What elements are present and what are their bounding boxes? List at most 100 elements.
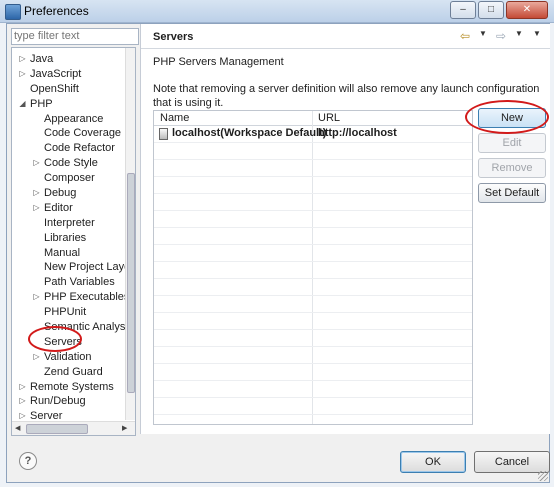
tree-item-label: PHP (30, 97, 53, 110)
tree-item[interactable]: Code Refactor (12, 141, 126, 156)
expand-arrow-icon[interactable]: ▷ (32, 290, 41, 305)
help-icon[interactable]: ? (19, 452, 37, 470)
tree-item-label: Manual (44, 246, 81, 259)
tree-item-label: Appearance (44, 112, 104, 125)
minimize-icon[interactable]: – (450, 1, 476, 19)
back-icon[interactable]: ⇦ (458, 29, 472, 43)
tree-item[interactable]: OpenShift (12, 82, 126, 97)
tree-item-label: Code Refactor (44, 142, 115, 155)
tree-item[interactable]: ▷ Run/Debug (12, 394, 126, 409)
remove-button[interactable]: Remove (478, 158, 546, 178)
tree-item-label: Java (30, 53, 54, 65)
tree-vertical-scrollbar[interactable] (125, 48, 135, 420)
tree-item[interactable]: Code Coverage (12, 126, 126, 141)
expand-arrow-icon[interactable]: ▷ (18, 67, 27, 82)
highlight-servers-annotation (28, 326, 82, 352)
tree-item[interactable]: Libraries (12, 231, 126, 246)
tree-item[interactable]: Path Variables (12, 275, 126, 290)
tree-item[interactable]: ▷ PHP Executables (12, 290, 130, 305)
close-icon[interactable]: ✕ (506, 1, 548, 19)
tree-vertical-scroll-thumb[interactable] (127, 173, 135, 393)
scroll-left-icon[interactable]: ◀ (15, 424, 20, 432)
tree-item[interactable]: ◢ PHP (12, 97, 126, 112)
empty-table-row (154, 177, 472, 194)
ok-button[interactable]: OK (400, 451, 466, 473)
view-menu-icon[interactable]: ▼ (530, 29, 544, 43)
tree-item[interactable]: New Project Layout (12, 260, 135, 275)
tree-item[interactable]: ▷ JavaScript (12, 67, 126, 82)
expand-arrow-icon[interactable]: ◢ (18, 97, 27, 112)
highlight-new-annotation (465, 100, 549, 134)
tree-item-label: Composer (44, 172, 95, 185)
maximize-icon[interactable]: □ (478, 1, 504, 19)
column-header-url[interactable]: URL (318, 112, 340, 124)
tree-item-label: Code Style (44, 157, 98, 170)
empty-table-row (154, 415, 472, 424)
empty-table-row (154, 330, 472, 347)
tree-horizontal-scrollbar[interactable]: ◀ ▶ (12, 421, 135, 435)
tree-item[interactable]: ▷ Debug (12, 186, 126, 201)
empty-table-row (154, 245, 472, 262)
preferences-tree: ▷ Java ▷ JavaScript OpenShift ◢ PHP Appearance C… (11, 47, 136, 436)
tree-item[interactable]: PHPUnit (12, 305, 126, 320)
column-header-name[interactable]: Name (160, 112, 189, 124)
expand-arrow-icon[interactable]: ▷ (32, 350, 41, 365)
empty-table-row (154, 296, 472, 313)
tree-item[interactable]: Composer (12, 171, 126, 186)
empty-table-row (154, 313, 472, 330)
cancel-button[interactable]: Cancel (474, 451, 550, 473)
empty-table-row (154, 160, 472, 177)
expand-arrow-icon[interactable]: ▷ (18, 394, 27, 409)
app-icon (5, 4, 21, 20)
expand-arrow-icon[interactable]: ▷ (32, 186, 41, 201)
empty-table-row (154, 381, 472, 398)
tree-item-label: Libraries (44, 231, 87, 244)
server-url-cell: http://localhost (318, 127, 397, 139)
empty-table-row (154, 143, 472, 160)
tree-item[interactable]: ▷ Code Style (12, 156, 126, 171)
tree-item[interactable]: ▷ Java (12, 52, 126, 67)
tree-item-label: Remote Systems (30, 380, 114, 393)
filter-input[interactable] (11, 28, 139, 45)
empty-table-row (154, 279, 472, 296)
back-menu-icon[interactable]: ▼ (476, 29, 490, 43)
page-subtitle: PHP Servers Management (153, 56, 284, 68)
tree-item-label: PHP Executables (44, 291, 130, 304)
tree-item[interactable]: ▷ Editor (12, 201, 126, 216)
table-rows: localhost(Workspace Default) http://local… (154, 126, 472, 424)
page-title: Servers (153, 31, 194, 43)
tree-item[interactable]: Manual (12, 246, 126, 261)
tree-item-label: New Project Layout (44, 261, 136, 274)
forward-menu-icon[interactable]: ▼ (512, 29, 526, 43)
tree-list: ▷ Java ▷ JavaScript OpenShift ◢ PHP Appearance C… (12, 52, 135, 435)
tree-item-label: OpenShift (30, 82, 79, 95)
tree-item[interactable]: ▷ Validation (12, 350, 126, 365)
empty-table-row (154, 211, 472, 228)
resize-grip-icon[interactable] (538, 471, 548, 481)
expand-arrow-icon[interactable]: ▷ (32, 156, 41, 171)
set-default-button[interactable]: Set Default (478, 183, 546, 203)
tree-item-label: Interpreter (44, 216, 95, 229)
tree-item-label: JavaScript (30, 67, 82, 80)
expand-arrow-icon[interactable]: ▷ (18, 380, 27, 395)
table-header: Name URL (154, 111, 472, 126)
tree-horizontal-scroll-thumb[interactable] (26, 424, 88, 434)
preferences-dialog: ▷Java▷JavaScriptOpenShift◢PHPAppearanceC… (6, 23, 550, 483)
edit-button[interactable]: Edit (478, 133, 546, 153)
servers-table: Name URL localhost(Workspace Default) htt… (153, 110, 473, 425)
empty-table-row (154, 398, 472, 415)
forward-icon[interactable]: ⇨ (494, 29, 508, 43)
scroll-right-icon[interactable]: ▶ (122, 424, 127, 432)
tree-item[interactable]: Appearance (12, 112, 126, 127)
expand-arrow-icon[interactable]: ▷ (18, 52, 27, 67)
tree-item[interactable]: ▷ Remote Systems (12, 380, 126, 395)
empty-table-row (154, 364, 472, 381)
table-row[interactable]: localhost(Workspace Default) http://local… (154, 126, 472, 143)
page-header: Servers ⇦ ▼ ⇨ ▼ ▼ (141, 24, 550, 49)
tree-item[interactable]: Interpreter (12, 216, 126, 231)
tree-item-label: Run/Debug (30, 395, 86, 408)
tree-item-label: PHPUnit (44, 306, 87, 319)
tree-item-label: Debug (44, 187, 77, 200)
expand-arrow-icon[interactable]: ▷ (32, 201, 41, 216)
tree-item[interactable]: Zend Guard (12, 365, 126, 380)
